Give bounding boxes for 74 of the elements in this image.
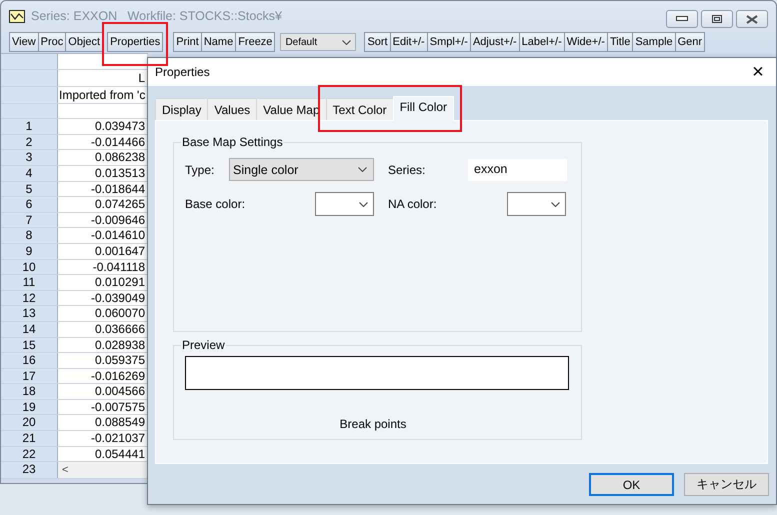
toolbar-button[interactable]: Adjust+/- [470,32,520,52]
tab[interactable]: Display [155,98,208,120]
row-number: 2 [1,134,58,150]
row-number: 3 [1,150,58,165]
base-color-label: Base color: [185,197,246,211]
toolbar-button[interactable]: Freeze [235,32,276,52]
row-number: 6 [1,197,58,212]
restore-icon [712,15,722,23]
type-dropdown[interactable]: Single color [229,158,374,181]
row-number: 16 [1,353,58,368]
row-number: 13 [1,306,58,321]
toolbar-button[interactable]: Edit+/- [390,32,428,52]
toolbar-button[interactable]: Sample [632,32,676,52]
minimize-icon [676,16,688,22]
toolbar-button[interactable]: Proc [38,32,66,52]
row-number: 9 [1,244,58,259]
view-dropdown[interactable]: Default [280,33,356,51]
window-title: Series: EXXON Workfile: STOCKS::Stocks¥ [31,9,282,23]
row-number: 19 [1,400,58,414]
caret-icon [342,40,352,44]
na-color-dropdown[interactable] [507,192,566,216]
dialog-title: Properties [155,65,210,79]
tab[interactable]: Values [207,98,258,120]
series-label: Series: [388,162,426,176]
row-number: 15 [1,338,58,352]
scroll-left-arrow[interactable]: < [58,464,68,476]
group-title: Preview [181,338,226,352]
toolbar-button[interactable]: Wide+/- [564,32,608,52]
row-number: 10 [1,260,58,274]
row-number: 7 [1,212,58,228]
close-icon [746,14,758,24]
dialog-button[interactable]: キャンセル [684,473,769,496]
chart-icon [9,10,25,22]
tab[interactable]: Fill Color [392,96,454,121]
caret-icon [358,167,367,172]
series-field[interactable]: exxon [468,158,567,180]
caret-icon [551,202,560,206]
row-number: 12 [1,290,58,306]
row-number: 22 [1,446,58,462]
toolbar-button[interactable]: Genr [674,32,706,52]
toolbar-button[interactable]: View [9,32,39,52]
row-number: 1 [1,119,58,134]
row-number: 23 [1,462,58,478]
tab[interactable]: Text Color [326,98,394,120]
row-number: 4 [1,166,58,181]
dialog-button[interactable]: OK [589,473,674,496]
toolbar-button[interactable]: Name [200,32,236,52]
row-number: 21 [1,431,58,446]
row-number: 5 [1,182,58,196]
horizontal-scrollbar[interactable]: < [58,462,148,478]
type-label: Type: [185,162,216,176]
toolbar-button[interactable]: Sort [364,32,391,52]
row-number: 18 [1,384,58,399]
toolbar-button[interactable]: Properties [107,32,164,52]
minimize-button[interactable] [666,10,698,28]
row-number: 17 [1,368,58,384]
row-number: 8 [1,228,58,243]
close-button[interactable] [736,10,768,28]
toolbar-button[interactable]: Print [173,32,202,52]
toolbar-button[interactable]: Smpl+/- [426,32,471,52]
caret-icon [359,202,368,206]
group-title: Base Map Settings [181,135,284,149]
break-points-label: Break points [340,417,406,431]
toolbar-button[interactable]: Object [65,32,104,52]
close-button[interactable]: × [740,58,776,86]
highlight-box [102,22,168,66]
base-color-dropdown[interactable] [315,192,374,216]
restore-button[interactable] [701,10,733,28]
na-color-label: NA color: [388,197,438,211]
row-number: 20 [1,415,58,430]
row-number: 11 [1,275,58,290]
toolbar-button[interactable]: Label+/- [518,32,565,52]
row-number: 14 [1,322,58,336]
toolbar-button[interactable]: Title [606,32,634,52]
